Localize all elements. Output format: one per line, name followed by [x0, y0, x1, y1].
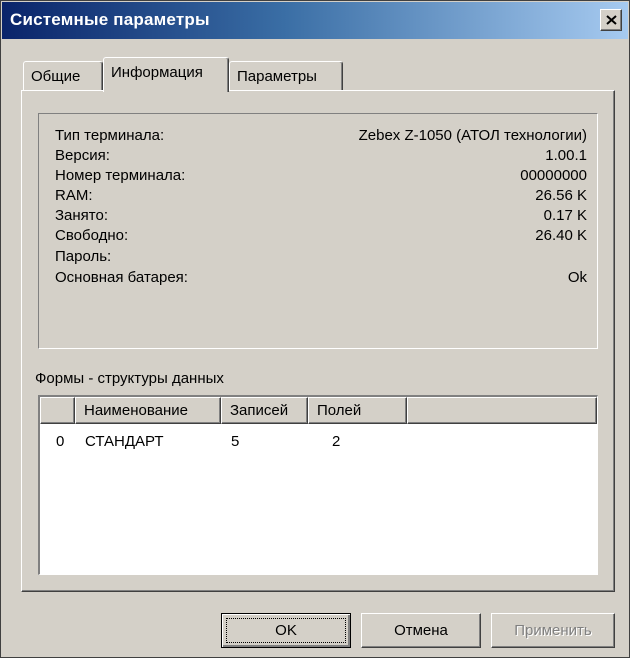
list-cell-index: 0	[56, 433, 65, 450]
info-row-terminal-number: Номер терминала: 00000000	[55, 166, 587, 186]
info-value: 00000000	[520, 167, 587, 184]
info-label: Основная батарея:	[55, 269, 188, 286]
close-icon	[606, 15, 617, 25]
forms-list-view[interactable]: Наименование Записей Полей 0 СТАНДАРТ 5 …	[38, 395, 598, 575]
info-label: RAM:	[55, 187, 93, 204]
column-header-records[interactable]: Записей	[221, 397, 308, 424]
info-row-free: Свободно: 26.40 K	[55, 226, 587, 246]
apply-button: Применить	[491, 613, 615, 648]
info-label: Версия:	[55, 147, 110, 164]
info-row-password: Пароль:	[55, 247, 587, 267]
tab-parameters[interactable]: Параметры	[229, 61, 343, 91]
info-value: 1.00.1	[545, 147, 587, 164]
forms-section-label: Формы - структуры данных	[35, 370, 224, 387]
info-row-version: Версия: 1.00.1	[55, 146, 587, 166]
column-header-index[interactable]	[40, 397, 75, 424]
tab-parameters-label: Параметры	[237, 68, 317, 85]
cancel-button[interactable]: Отмена	[361, 613, 481, 648]
info-value: 0.17 K	[543, 207, 587, 224]
info-row-ram: RAM: 26.56 K	[55, 186, 587, 206]
info-value: Zebex Z-1050 (АТОЛ технологии)	[358, 127, 587, 144]
tab-information-label: Информация	[111, 64, 203, 81]
title-bar: Системные параметры	[2, 2, 628, 39]
info-label: Свободно:	[55, 227, 129, 244]
info-row-terminal-type: Тип терминала: Zebex Z-1050 (АТОЛ технол…	[55, 126, 587, 146]
tab-general[interactable]: Общие	[23, 61, 103, 91]
column-header-empty	[407, 397, 597, 424]
info-label: Номер терминала:	[55, 167, 186, 184]
list-cell-name: СТАНДАРТ	[85, 433, 164, 450]
list-cell-fields: 2	[332, 433, 341, 450]
window-title: Системные параметры	[10, 10, 210, 29]
column-header-name[interactable]: Наименование	[75, 397, 221, 424]
info-row-used: Занято: 0.17 K	[55, 206, 587, 226]
close-button[interactable]	[600, 9, 622, 31]
system-parameters-dialog: Системные параметры Общие Информация Пар…	[0, 0, 630, 658]
terminal-info-group: Тип терминала: Zebex Z-1050 (АТОЛ технол…	[38, 113, 598, 349]
list-cell-records: 5	[231, 433, 240, 450]
info-label: Занято:	[55, 207, 109, 224]
tab-general-label: Общие	[31, 68, 81, 85]
column-header-fields[interactable]: Полей	[308, 397, 407, 424]
info-value: 26.56 K	[535, 187, 587, 204]
info-value: Ok	[567, 269, 587, 286]
info-label: Пароль:	[55, 248, 112, 265]
info-value: 26.40 K	[535, 227, 587, 244]
ok-button[interactable]: OK	[221, 613, 351, 648]
info-row-main-battery: Основная батарея: Ok	[55, 268, 587, 288]
info-label: Тип терминала:	[55, 127, 165, 144]
list-header: Наименование Записей Полей	[40, 397, 597, 424]
